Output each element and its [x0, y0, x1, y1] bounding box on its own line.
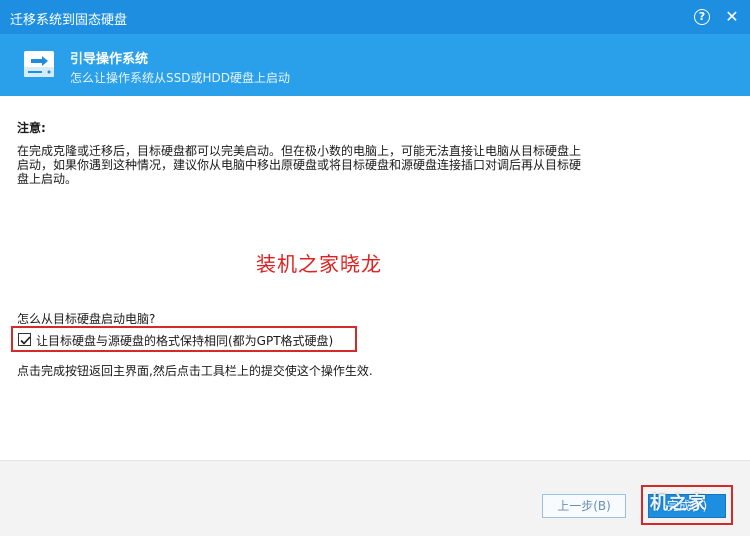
main-content: 注意: 在完成克隆或迁移后，目标硬盘都可以完美启动。但在极小数的电脑上，可能无法… — [0, 96, 750, 460]
prev-button[interactable]: 上一步(B) — [542, 494, 626, 518]
close-button[interactable]: ✕ — [722, 7, 742, 27]
watermark-text: 装机之家晓龙 — [256, 252, 382, 276]
header-subtitle: 怎么让操作系统从SSD或HDD硬盘上启动 — [70, 71, 290, 85]
option-highlight: 让目标硬盘与源硬盘的格式保持相同(都为GPT格式硬盘) — [11, 326, 357, 352]
finish-hint: 点击完成按钮返回主界面,然后点击工具栏上的提交使这个操作生效. — [17, 364, 373, 378]
boot-question: 怎么从目标硬盘启动电脑? — [17, 312, 156, 326]
help-icon: ? — [694, 9, 710, 25]
header-title: 引导操作系统 — [70, 52, 149, 67]
finish-highlight: 完成(F) — [641, 485, 733, 525]
window-title: 迁移系统到固态硬盘 — [10, 13, 128, 28]
footer-bar: 上一步(B) 完成(F) 机之家 — [0, 460, 750, 536]
same-format-label[interactable]: 让目标硬盘与源硬盘的格式保持相同(都为GPT格式硬盘) — [36, 332, 333, 349]
note-body: 在完成克隆或迁移后，目标硬盘都可以完美启动。但在极小数的电脑上，可能无法直接让电… — [17, 144, 582, 186]
finish-button[interactable]: 完成(F) — [648, 494, 726, 518]
checkmark-icon — [20, 336, 31, 345]
note-title: 注意: — [17, 121, 46, 135]
header-banner: 引导操作系统 怎么让操作系统从SSD或HDD硬盘上启动 — [0, 34, 750, 96]
title-bar: 迁移系统到固态硬盘 ? ✕ — [0, 0, 750, 34]
help-button[interactable]: ? — [692, 7, 712, 27]
same-format-checkbox[interactable] — [18, 333, 31, 346]
disk-drive-icon — [22, 49, 56, 79]
